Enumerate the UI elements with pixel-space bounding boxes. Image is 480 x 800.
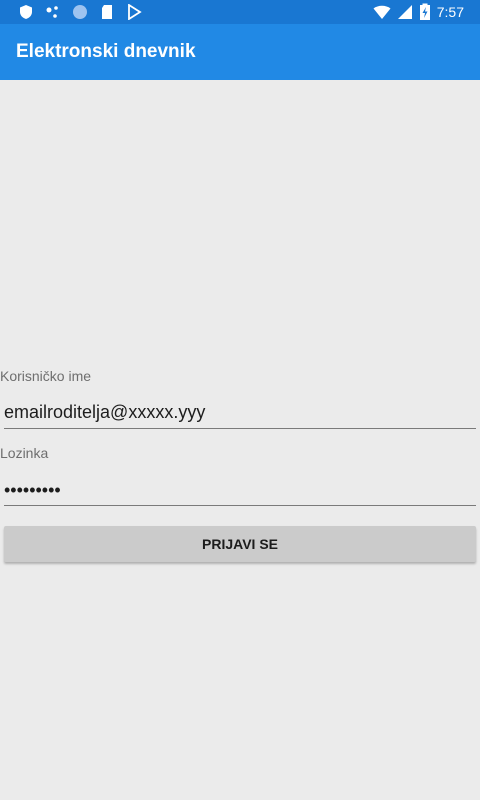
signal-icon (397, 5, 412, 19)
password-input[interactable] (4, 480, 476, 501)
shield-icon (20, 5, 32, 19)
status-bar: 7:57 (0, 0, 480, 24)
status-bar-notifications (18, 4, 142, 20)
play-store-icon (128, 4, 142, 20)
sd-card-icon (102, 5, 112, 19)
app-bar: Elektronski dnevnik (0, 24, 480, 80)
status-bar-clock: 7:57 (436, 4, 464, 20)
password-label: Lozinka (0, 445, 49, 461)
username-label: Korisničko ime (0, 368, 92, 384)
page-title: Elektronski dnevnik (16, 41, 196, 62)
circle-icon (73, 5, 87, 19)
username-input[interactable] (4, 402, 476, 423)
status-bar-system: 7:57 (373, 3, 464, 21)
password-field-container (4, 480, 476, 506)
login-form: Korisničko ime Lozinka PRIJAVI SE (0, 80, 480, 800)
battery-charging-icon (419, 3, 430, 20)
login-button[interactable]: PRIJAVI SE (4, 526, 476, 562)
wifi-icon (373, 5, 391, 19)
share-nodes-icon (46, 6, 58, 18)
username-field-container (4, 402, 476, 429)
